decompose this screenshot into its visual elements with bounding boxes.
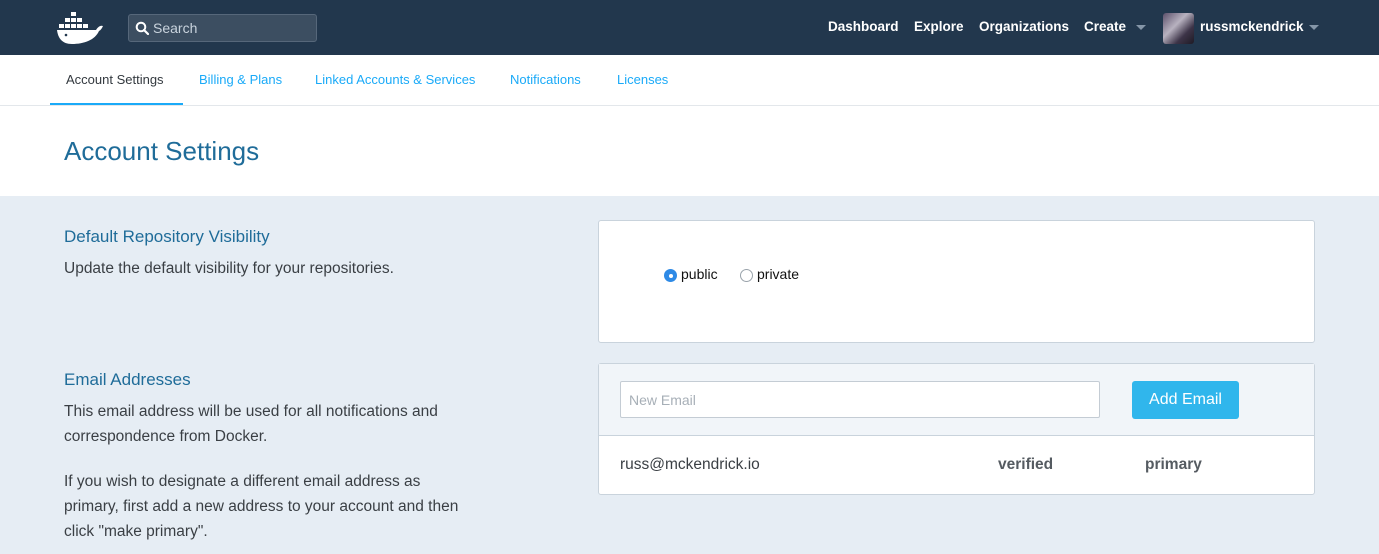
tab-billing-plans[interactable]: Billing & Plans [199,72,282,87]
page-title: Account Settings [64,136,260,166]
email-section-primary-help: If you wish to designate a different ema… [64,473,459,540]
settings-tab-bar: Account Settings Billing & Plans Linked … [0,55,1379,106]
email-verified-status: verified [998,456,1054,473]
docker-whale-logo-icon[interactable] [56,10,106,46]
visibility-public-label[interactable]: public [681,266,718,282]
user-menu-chevron-icon[interactable] [1309,25,1319,30]
visibility-section-title: Default Repository Visibility [64,227,270,246]
nav-organizations-link[interactable]: Organizations [979,19,1069,34]
visibility-private-radio[interactable] [740,269,753,282]
active-tab-indicator [50,103,183,105]
tab-licenses[interactable]: Licenses [617,72,668,87]
visibility-public-radio[interactable] [664,269,677,282]
new-email-input[interactable] [620,381,1100,418]
tab-linked-accounts-services[interactable]: Linked Accounts & Services [315,72,475,87]
search-box[interactable] [128,14,317,42]
visibility-section-description: Update the default visibility for your r… [64,260,394,277]
nav-username-link[interactable]: russmckendrick [1200,19,1304,34]
top-navbar: Dashboard Explore Organizations Create r… [0,0,1379,55]
search-input[interactable] [153,18,311,38]
email-address: russ@mckendrick.io [620,456,760,473]
email-section-description: This email address will be used for all … [64,403,438,445]
tab-notifications[interactable]: Notifications [510,72,581,87]
search-icon [135,21,149,35]
visibility-private-label[interactable]: private [757,266,799,282]
user-avatar[interactable] [1163,13,1194,44]
nav-dashboard-link[interactable]: Dashboard [828,19,899,34]
nav-explore-link[interactable]: Explore [914,19,964,34]
create-dropdown-chevron-icon[interactable] [1136,25,1146,30]
email-section-title: Email Addresses [64,370,191,389]
add-email-button[interactable]: Add Email [1132,381,1239,419]
tab-account-settings[interactable]: Account Settings [66,72,164,87]
email-primary-badge: primary [1145,456,1202,473]
nav-create-link[interactable]: Create [1084,19,1126,34]
